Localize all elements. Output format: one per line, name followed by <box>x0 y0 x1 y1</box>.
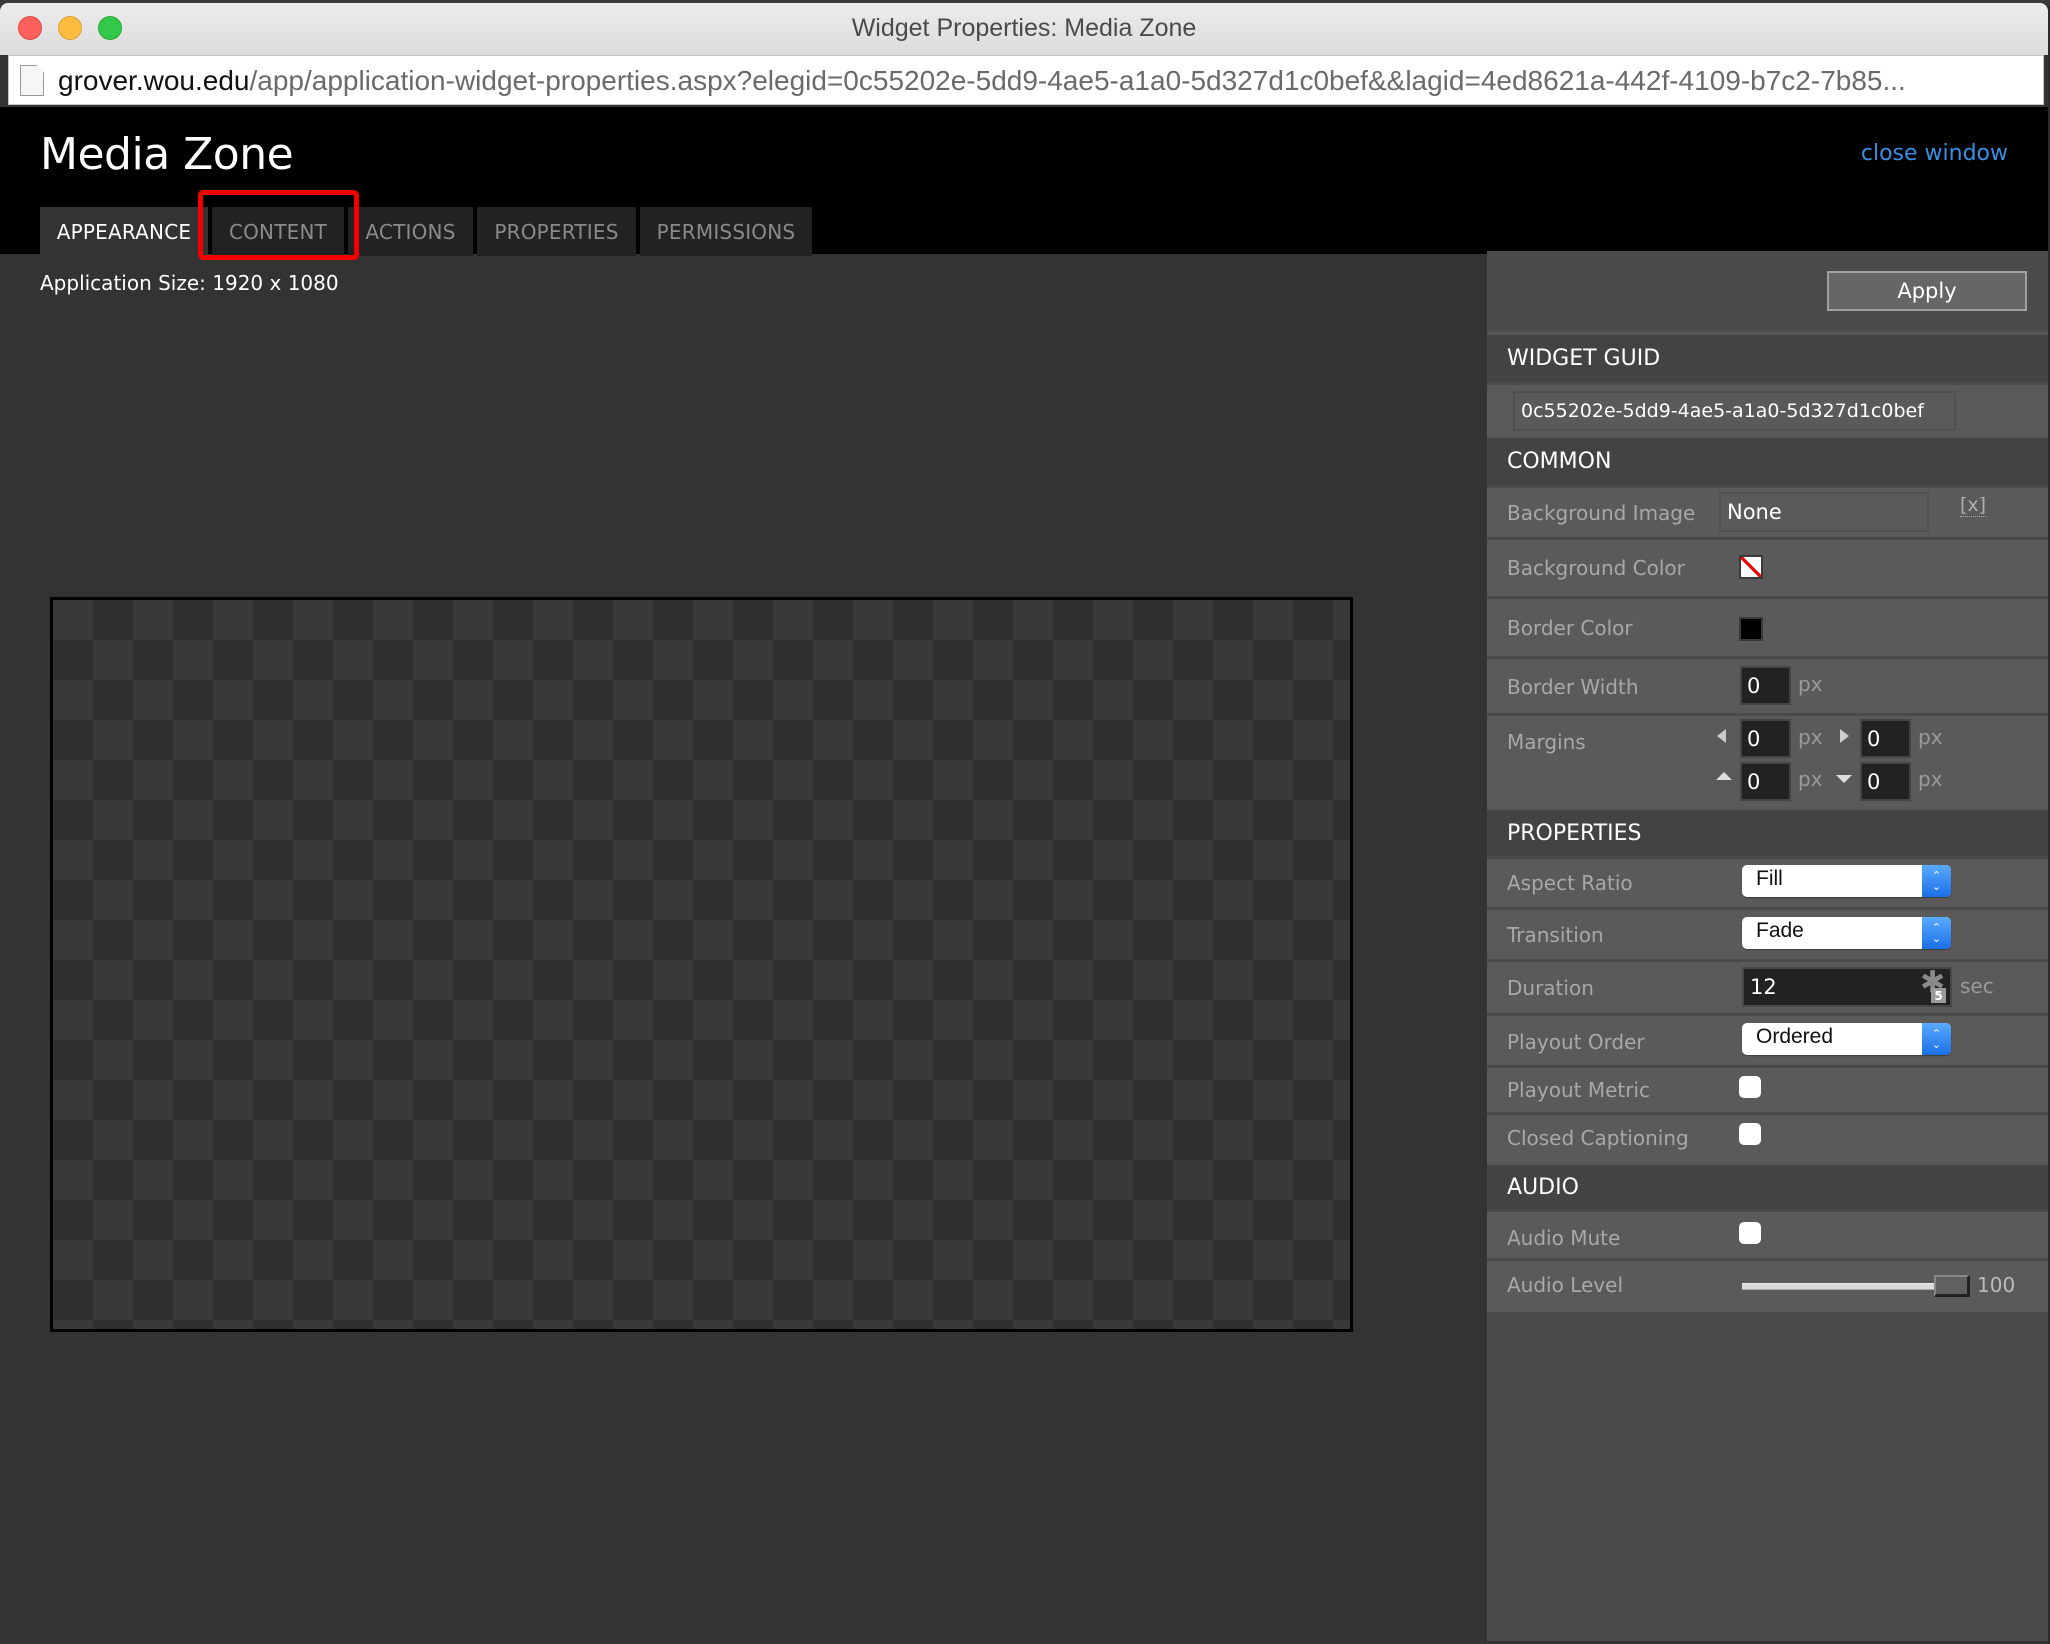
section-header-widget-guid: WIDGET GUID <box>1487 332 2048 382</box>
aspect-ratio-select[interactable]: Fill ⌃ ⌄ <box>1742 865 1951 897</box>
audio-mute-checkbox[interactable] <box>1739 1222 1761 1244</box>
aspect-ratio-row: Aspect Ratio Fill ⌃ ⌄ <box>1487 856 2048 907</box>
margin-right-unit: px <box>1918 725 1943 749</box>
margin-bottom-arrow-icon <box>1836 775 1852 783</box>
application-size-label: Application Size: 1920 x 1080 <box>40 271 339 295</box>
duration-value: 12 <box>1750 975 1777 999</box>
select-stepper-icon: ⌃ ⌄ <box>1922 1023 1951 1055</box>
url-bar[interactable]: grover.wou.edu/app/application-widget-pr… <box>8 55 2044 105</box>
margin-left-arrow-icon <box>1717 729 1726 743</box>
audio-level-slider-thumb[interactable] <box>1934 1275 1970 1297</box>
margins-row: Margins 0 px 0 px 0 px 0 px <box>1487 713 2048 807</box>
closed-captioning-checkbox[interactable] <box>1739 1123 1761 1145</box>
audio-level-row: Audio Level 100 <box>1487 1258 2048 1312</box>
margin-left-field[interactable]: 0 <box>1740 719 1791 758</box>
window-title: Widget Properties: Media Zone <box>851 14 1197 42</box>
audio-level-value: 100 <box>1977 1273 2016 1297</box>
select-stepper-icon: ⌃ ⌄ <box>1922 865 1951 897</box>
duration-unit: sec <box>1960 974 1994 998</box>
duration-field[interactable]: 12 ✱ 5 <box>1742 965 1952 1007</box>
audio-level-label: Audio Level <box>1507 1273 1623 1297</box>
background-color-swatch[interactable] <box>1739 555 1763 579</box>
border-color-row: Border Color <box>1487 596 2048 656</box>
border-color-swatch[interactable] <box>1739 617 1763 641</box>
close-window-link[interactable]: close window <box>1861 141 2008 166</box>
duration-preset-icon[interactable]: ✱ 5 <box>1918 965 1946 1003</box>
margin-left-unit: px <box>1798 725 1823 749</box>
tab-actions[interactable]: ACTIONS <box>348 207 473 256</box>
background-color-label: Background Color <box>1507 556 1685 580</box>
aspect-ratio-value: Fill <box>1756 867 1783 890</box>
transition-select[interactable]: Fade ⌃ ⌄ <box>1742 917 1951 949</box>
url-path: /app/application-widget-properties.aspx?… <box>249 65 1906 96</box>
margin-right-field[interactable]: 0 <box>1860 719 1911 758</box>
playout-order-value: Ordered <box>1756 1025 1834 1048</box>
clear-background-image-button[interactable]: [x] <box>1960 494 1987 517</box>
widget-preview-canvas[interactable] <box>50 597 1353 1332</box>
border-width-field[interactable]: 0 <box>1740 666 1791 705</box>
background-color-row: Background Color <box>1487 537 2048 596</box>
border-width-row: Border Width 0 px <box>1487 656 2048 713</box>
background-image-label: Background Image <box>1507 501 1696 525</box>
tab-properties[interactable]: PROPERTIES <box>477 207 636 256</box>
transition-value: Fade <box>1756 919 1804 942</box>
transition-row: Transition Fade ⌃ ⌄ <box>1487 907 2048 959</box>
border-width-unit: px <box>1798 672 1823 696</box>
playout-order-label: Playout Order <box>1507 1030 1645 1054</box>
playout-order-select[interactable]: Ordered ⌃ ⌄ <box>1742 1023 1951 1055</box>
tab-bar: APPEARANCE CONTENT ACTIONS PROPERTIES PE… <box>40 207 816 256</box>
section-header-properties: PROPERTIES <box>1487 807 2048 856</box>
margin-bottom-field[interactable]: 0 <box>1860 762 1911 801</box>
duration-badge: 5 <box>1931 988 1946 1003</box>
border-width-label: Border Width <box>1507 675 1639 699</box>
duration-row: Duration 12 ✱ 5 sec <box>1487 959 2048 1013</box>
page-title: Media Zone <box>40 129 294 180</box>
playout-order-row: Playout Order Ordered ⌃ ⌄ <box>1487 1013 2048 1065</box>
background-image-row: Background Image None [x] <box>1487 485 2048 537</box>
url-host: grover.wou.edu <box>58 65 250 96</box>
margin-top-unit: px <box>1798 767 1823 791</box>
properties-panel: Apply WIDGET GUID 0c55202e-5dd9-4ae5-a1a… <box>1487 251 2048 1641</box>
widget-guid-field[interactable]: 0c55202e-5dd9-4ae5-a1a0-5d327d1c0bef <box>1513 391 1956 431</box>
audio-mute-label: Audio Mute <box>1507 1226 1621 1250</box>
audio-level-slider[interactable] <box>1742 1283 1952 1290</box>
section-header-audio: AUDIO <box>1487 1162 2048 1209</box>
document-icon <box>20 65 44 96</box>
playout-metric-checkbox[interactable] <box>1739 1076 1761 1098</box>
tab-permissions[interactable]: PERMISSIONS <box>640 207 812 256</box>
select-stepper-icon: ⌃ ⌄ <box>1922 917 1951 949</box>
margin-right-arrow-icon <box>1840 729 1849 743</box>
url-text[interactable]: grover.wou.edu/app/application-widget-pr… <box>58 65 1906 97</box>
tab-content[interactable]: CONTENT <box>212 207 344 256</box>
widget-guid-row: 0c55202e-5dd9-4ae5-a1a0-5d327d1c0bef <box>1487 382 2048 435</box>
audio-mute-row: Audio Mute <box>1487 1209 2048 1258</box>
margin-top-field[interactable]: 0 <box>1740 762 1791 801</box>
duration-label: Duration <box>1507 976 1594 1000</box>
playout-metric-label: Playout Metric <box>1507 1078 1650 1102</box>
border-color-label: Border Color <box>1507 616 1633 640</box>
tab-appearance[interactable]: APPEARANCE <box>40 207 208 256</box>
transition-label: Transition <box>1507 923 1604 947</box>
title-bar: Widget Properties: Media Zone <box>0 3 2048 55</box>
margins-label: Margins <box>1507 730 1586 754</box>
app-header: Media Zone close window APPEARANCE CONTE… <box>0 107 2048 256</box>
margin-top-arrow-icon <box>1716 772 1732 780</box>
closed-captioning-row: Closed Captioning <box>1487 1112 2048 1162</box>
aspect-ratio-label: Aspect Ratio <box>1507 871 1633 895</box>
section-header-common: COMMON <box>1487 435 2048 485</box>
margin-bottom-unit: px <box>1918 767 1943 791</box>
apply-button[interactable]: Apply <box>1827 271 2027 311</box>
playout-metric-row: Playout Metric <box>1487 1065 2048 1112</box>
background-image-field[interactable]: None <box>1719 492 1929 532</box>
closed-captioning-label: Closed Captioning <box>1507 1126 1689 1150</box>
